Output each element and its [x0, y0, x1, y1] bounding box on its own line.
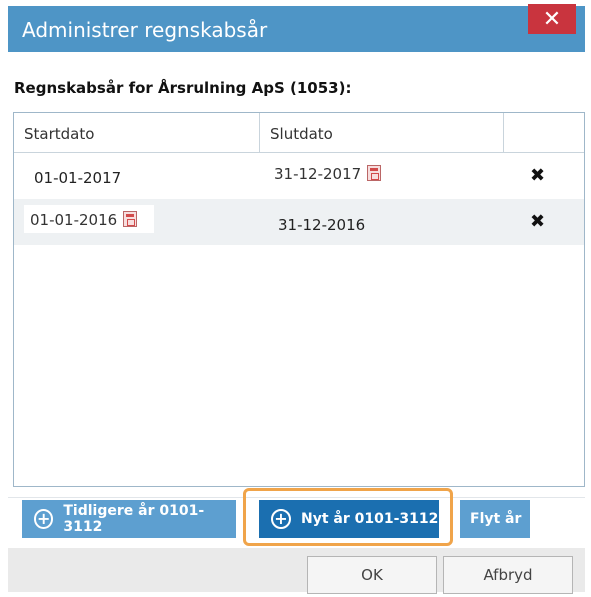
ok-label: OK	[361, 566, 383, 584]
dialog-title: Administrer regnskabsår	[22, 18, 268, 42]
table-header: Startdato Slutdato	[14, 113, 584, 153]
move-year-button[interactable]: Flyt år	[460, 500, 530, 538]
ok-button[interactable]: OK	[307, 556, 437, 594]
start-date-input[interactable]: 01-01-2016	[24, 205, 154, 233]
delete-icon[interactable]: ✖	[530, 211, 545, 232]
close-icon: ✕	[542, 6, 562, 32]
delete-icon[interactable]: ✖	[530, 165, 545, 186]
end-date-cell[interactable]: 31-12-2016	[278, 216, 365, 234]
earlier-year-button[interactable]: + Tidligere år 0101-3112	[22, 500, 236, 538]
earlier-year-label: Tidligere år 0101-3112	[63, 503, 205, 535]
title-bar[interactable]: Administrer regnskabsår ✕	[8, 4, 585, 52]
new-year-button[interactable]: + Nyt år 0101-3112	[259, 500, 439, 538]
end-date-value: 31-12-2017	[274, 165, 362, 183]
start-date-cell[interactable]: 01-01-2017	[34, 169, 121, 187]
plus-circle-icon: +	[34, 509, 54, 529]
end-date-input[interactable]: 31-12-2017	[268, 159, 398, 187]
manage-fiscal-years-dialog: Administrer regnskabsår ✕ Regnskabsår fo…	[0, 0, 591, 597]
table-row[interactable]: 01-01-2017 31-12-2017 ✖	[14, 153, 584, 199]
new-year-label: Nyt år 0101-3112	[301, 511, 439, 527]
column-header-start-date[interactable]: Startdato	[14, 113, 260, 153]
move-year-label: Flyt år	[470, 511, 522, 527]
column-header-actions	[504, 113, 584, 153]
close-button[interactable]: ✕	[528, 4, 576, 34]
cancel-button[interactable]: Afbryd	[443, 556, 573, 594]
cancel-label: Afbryd	[483, 566, 533, 584]
calendar-icon[interactable]	[367, 165, 382, 181]
column-header-end-date[interactable]: Slutdato	[260, 113, 504, 153]
table-row[interactable]: 01-01-2016 31-12-2016 ✖	[14, 199, 584, 245]
fiscal-years-table: Startdato Slutdato 01-01-2017 31-12-2017…	[13, 112, 585, 487]
plus-circle-icon: +	[271, 509, 291, 529]
section-heading: Regnskabsår for Årsrulning ApS (1053):	[14, 79, 352, 97]
calendar-icon[interactable]	[123, 211, 138, 227]
start-date-value: 01-01-2016	[30, 211, 118, 229]
